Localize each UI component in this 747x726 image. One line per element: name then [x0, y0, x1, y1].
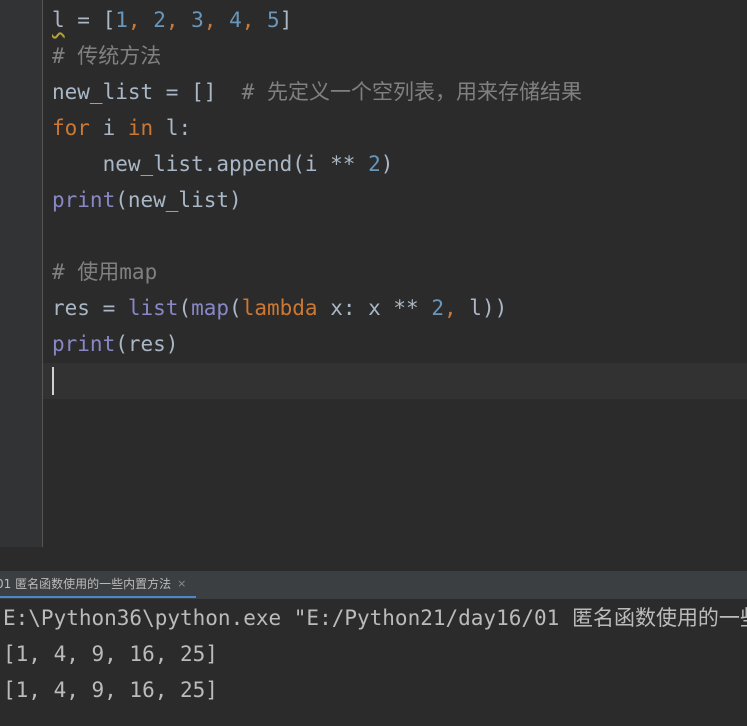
run-tab-bar: 01 匿名函数使用的一些内置方法 × — [0, 571, 747, 600]
code-token: = [ — [64, 8, 116, 32]
text-caret — [52, 367, 54, 395]
code-token: list — [127, 296, 179, 320]
code-token: ( — [229, 296, 242, 320]
code-token: , — [127, 8, 154, 32]
code-token: in — [127, 116, 154, 140]
code-token: (new_list) — [115, 188, 242, 212]
code-token: new_list.append(i ** — [52, 152, 369, 176]
console-line: E:\Python36\python.exe "E:/Python21/day1… — [3, 606, 747, 630]
code-token: print — [52, 332, 116, 356]
code-token: new_list = [] — [52, 80, 242, 104]
code-token: # 传统方法 — [52, 44, 162, 68]
code-token: ) — [380, 152, 394, 176]
code-token: 2 — [431, 296, 444, 320]
run-tab[interactable]: 01 匿名函数使用的一些内置方法 × — [0, 571, 196, 598]
code-line[interactable]: # 传统方法 — [52, 38, 582, 74]
code-token: 2 — [153, 8, 166, 32]
run-console[interactable]: E:\Python36\python.exe "E:/Python21/day1… — [0, 600, 747, 726]
code-token: , — [165, 8, 192, 32]
code-token: x: x ** — [317, 296, 432, 320]
code-token: ] — [279, 8, 293, 32]
code-content[interactable]: l = [1, 2, 3, 4, 5] # 传统方法 new_list = [] #… — [52, 2, 582, 362]
console-line: [1, 4, 9, 16, 25] — [3, 642, 218, 666]
code-token: i — [89, 116, 128, 140]
code-token: l: — [153, 116, 192, 140]
code-token: for — [52, 116, 90, 140]
code-token: 2 — [368, 152, 381, 176]
current-line-highlight — [43, 363, 747, 399]
code-line[interactable]: res = list(map(lambda x: x ** 2, l)) — [52, 290, 582, 326]
console-output[interactable]: E:\Python36\python.exe "E:/Python21/day1… — [3, 600, 747, 708]
code-token: l)) — [469, 296, 508, 320]
code-line[interactable]: new_list.append(i ** 2) — [52, 146, 582, 182]
code-line[interactable]: print(res) — [52, 326, 582, 362]
run-tab-label: 01 匿名函数使用的一些内置方法 — [0, 577, 172, 591]
console-line: [1, 4, 9, 16, 25] — [3, 678, 218, 702]
code-token: l — [52, 8, 65, 32]
code-editor[interactable]: l = [1, 2, 3, 4, 5] # 传统方法 new_list = [] #… — [0, 0, 747, 547]
code-token: , — [203, 8, 230, 32]
code-token: 5 — [267, 8, 280, 32]
close-icon[interactable]: × — [177, 577, 186, 590]
code-token: map — [191, 296, 230, 320]
code-token: res = — [52, 296, 128, 320]
panel-divider[interactable] — [0, 547, 747, 571]
code-token: lambda — [241, 296, 318, 320]
code-token: # 先定义一个空列表，用来存储结果 — [241, 80, 582, 104]
gutter-separator — [42, 0, 43, 547]
code-token: , — [444, 296, 470, 320]
code-line[interactable]: new_list = [] # 先定义一个空列表，用来存储结果 — [52, 74, 582, 110]
code-token: print — [52, 188, 116, 212]
code-token: 4 — [229, 8, 242, 32]
code-token: # 使用map — [52, 260, 158, 284]
code-token: 3 — [191, 8, 204, 32]
code-line[interactable]: print(new_list) — [52, 182, 582, 218]
code-line[interactable]: for i in l: — [52, 110, 582, 146]
code-token: , — [241, 8, 268, 32]
code-line[interactable] — [52, 218, 582, 254]
code-line[interactable]: l = [1, 2, 3, 4, 5] — [52, 2, 582, 38]
editor-gutter[interactable] — [0, 0, 42, 547]
code-line[interactable]: # 使用map — [52, 254, 582, 290]
code-token: 1 — [115, 8, 128, 32]
code-token: (res) — [115, 332, 179, 356]
code-token: ( — [178, 296, 192, 320]
